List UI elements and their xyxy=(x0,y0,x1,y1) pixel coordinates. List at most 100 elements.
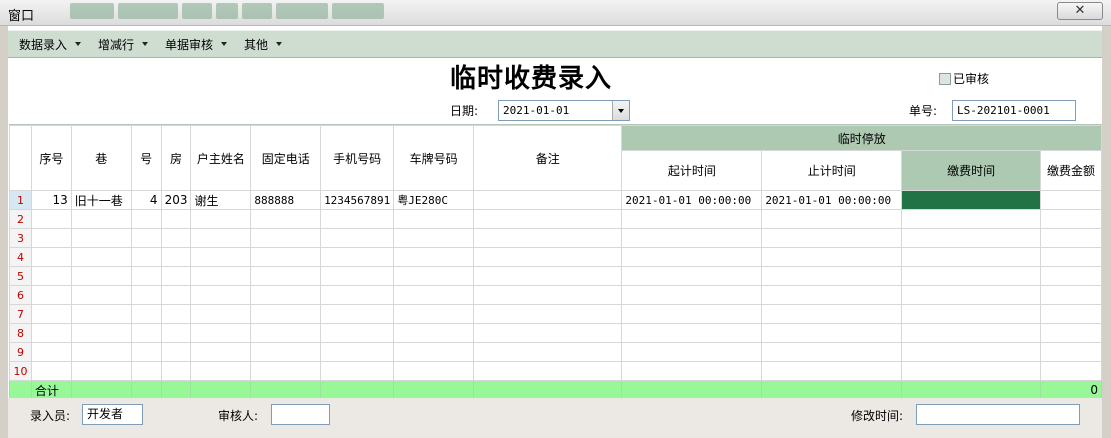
empty-cell[interactable] xyxy=(320,285,395,305)
cell-end-time[interactable]: 2021-01-01 00:00:00 xyxy=(761,190,903,210)
empty-cell[interactable] xyxy=(160,228,192,248)
empty-cell[interactable] xyxy=(30,209,72,229)
cell-lane[interactable]: 旧十一巷 xyxy=(70,190,132,210)
empty-cell[interactable] xyxy=(472,266,623,286)
empty-cell[interactable] xyxy=(393,342,474,362)
empty-cell[interactable] xyxy=(621,228,763,248)
empty-cell[interactable] xyxy=(30,247,72,267)
empty-cell[interactable] xyxy=(130,285,162,305)
empty-cell[interactable] xyxy=(130,266,162,286)
empty-cell[interactable] xyxy=(320,209,395,229)
empty-cell[interactable] xyxy=(393,323,474,343)
cell-plate[interactable]: 粤JE280C xyxy=(393,190,474,210)
empty-cell[interactable] xyxy=(30,266,72,286)
column-header[interactable]: 房 xyxy=(160,125,192,191)
cell-phone[interactable]: 888888 xyxy=(250,190,322,210)
empty-cell[interactable] xyxy=(70,342,132,362)
empty-cell[interactable] xyxy=(250,361,322,381)
empty-cell[interactable] xyxy=(761,247,903,267)
empty-cell[interactable] xyxy=(1040,285,1102,305)
column-header[interactable]: 固定电话 xyxy=(250,125,322,191)
empty-cell[interactable] xyxy=(250,304,322,324)
table-row[interactable]: 7 xyxy=(9,304,1102,324)
empty-cell[interactable] xyxy=(621,361,763,381)
cell-seq[interactable]: 13 xyxy=(30,190,72,210)
row-number[interactable]: 5 xyxy=(9,266,32,286)
empty-cell[interactable] xyxy=(190,247,252,267)
empty-cell[interactable] xyxy=(250,228,322,248)
row-number[interactable]: 3 xyxy=(9,228,32,248)
empty-cell[interactable] xyxy=(160,323,192,343)
empty-cell[interactable] xyxy=(30,228,72,248)
row-number[interactable]: 2 xyxy=(9,209,32,229)
table-row[interactable]: 6 xyxy=(9,285,1102,305)
empty-cell[interactable] xyxy=(190,266,252,286)
cell-room[interactable]: 203 xyxy=(160,190,192,210)
empty-cell[interactable] xyxy=(472,323,623,343)
empty-cell[interactable] xyxy=(621,342,763,362)
empty-cell[interactable] xyxy=(320,247,395,267)
empty-cell[interactable] xyxy=(160,304,192,324)
empty-cell[interactable] xyxy=(320,228,395,248)
empty-cell[interactable] xyxy=(472,361,623,381)
empty-cell[interactable] xyxy=(1040,361,1102,381)
empty-cell[interactable] xyxy=(621,209,763,229)
empty-cell[interactable] xyxy=(901,247,1042,267)
cell-start-time[interactable]: 2021-01-01 00:00:00 xyxy=(621,190,763,210)
date-picker[interactable]: 2021-01-01 xyxy=(498,100,630,121)
empty-cell[interactable] xyxy=(393,304,474,324)
empty-cell[interactable] xyxy=(761,342,903,362)
empty-cell[interactable] xyxy=(621,266,763,286)
empty-cell[interactable] xyxy=(621,323,763,343)
empty-cell[interactable] xyxy=(1040,209,1102,229)
empty-cell[interactable] xyxy=(393,247,474,267)
empty-cell[interactable] xyxy=(190,228,252,248)
empty-cell[interactable] xyxy=(160,342,192,362)
cell-mobile[interactable]: 1234567891 xyxy=(320,190,395,210)
empty-cell[interactable] xyxy=(901,304,1042,324)
column-header[interactable]: 起计时间 xyxy=(621,150,763,191)
empty-cell[interactable] xyxy=(160,285,192,305)
empty-cell[interactable] xyxy=(761,323,903,343)
row-number[interactable]: 8 xyxy=(9,323,32,343)
cell-amount[interactable] xyxy=(1040,190,1102,210)
menu-data-entry[interactable]: 数据录入 xyxy=(8,36,87,53)
column-header[interactable]: 备注 xyxy=(472,125,623,191)
empty-cell[interactable] xyxy=(761,228,903,248)
empty-cell[interactable] xyxy=(393,361,474,381)
empty-cell[interactable] xyxy=(30,361,72,381)
empty-cell[interactable] xyxy=(1040,228,1102,248)
row-number[interactable]: 1 xyxy=(9,190,32,210)
empty-cell[interactable] xyxy=(761,361,903,381)
empty-cell[interactable] xyxy=(472,342,623,362)
column-header[interactable]: 户主姓名 xyxy=(190,125,252,191)
document-number-field[interactable]: LS-202101-0001 xyxy=(952,100,1076,121)
table-row[interactable]: 3 xyxy=(9,228,1102,248)
empty-cell[interactable] xyxy=(70,228,132,248)
empty-cell[interactable] xyxy=(130,323,162,343)
reviewer-field[interactable] xyxy=(271,404,330,425)
empty-cell[interactable] xyxy=(1040,342,1102,362)
empty-cell[interactable] xyxy=(250,285,322,305)
empty-cell[interactable] xyxy=(393,209,474,229)
empty-cell[interactable] xyxy=(621,285,763,305)
empty-cell[interactable] xyxy=(472,247,623,267)
empty-cell[interactable] xyxy=(70,361,132,381)
empty-cell[interactable] xyxy=(250,247,322,267)
empty-cell[interactable] xyxy=(472,209,623,229)
cell-remark[interactable] xyxy=(472,190,623,210)
empty-cell[interactable] xyxy=(70,323,132,343)
row-number[interactable]: 6 xyxy=(9,285,32,305)
empty-cell[interactable] xyxy=(472,228,623,248)
empty-cell[interactable] xyxy=(160,247,192,267)
column-header[interactable]: 车牌号码 xyxy=(393,125,474,191)
empty-cell[interactable] xyxy=(761,304,903,324)
empty-cell[interactable] xyxy=(70,209,132,229)
audited-checkbox[interactable]: 已审核 xyxy=(939,70,989,87)
empty-cell[interactable] xyxy=(1040,304,1102,324)
empty-cell[interactable] xyxy=(901,342,1042,362)
date-dropdown-button[interactable] xyxy=(612,101,629,120)
window-close-button[interactable]: ✕ xyxy=(1057,2,1103,20)
table-row[interactable]: 4 xyxy=(9,247,1102,267)
entry-clerk-field[interactable]: 开发者 xyxy=(82,404,143,425)
